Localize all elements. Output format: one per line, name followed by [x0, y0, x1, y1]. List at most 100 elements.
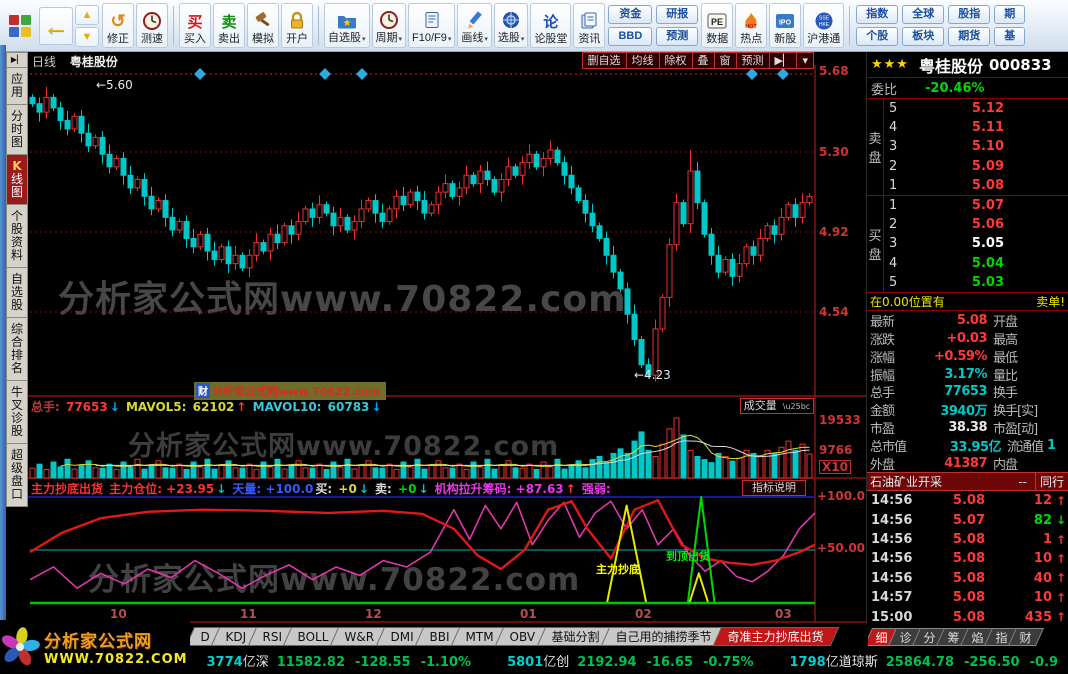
hk-connect-button[interactable]: SSE HKE 沪港通 — [803, 3, 845, 48]
site-logo: 分析家公式网 WWW.70822.COM — [0, 620, 190, 674]
lock-icon — [287, 9, 307, 33]
clock-icon — [379, 8, 399, 32]
weibi-row: 委比 -20.46% — [867, 78, 1068, 99]
book-row: 3 5.10 — [889, 139, 1004, 155]
signal-label: 到顶出货 — [666, 550, 710, 563]
sidebar-item-超级盘口[interactable]: 超级盘口 — [6, 444, 28, 507]
toolbar-stack: 股指 期货 — [948, 3, 991, 48]
buy-button[interactable]: 买买入 — [179, 3, 211, 48]
chart-header-button-2[interactable]: 除权 — [660, 53, 693, 68]
svg-text:★: ★ — [342, 18, 351, 29]
sidebar-item-应用[interactable]: 应用 — [6, 68, 28, 105]
revise-button[interactable]: ↺ 修正 — [102, 3, 134, 48]
scroll-down-button[interactable]: ▼ — [75, 26, 99, 47]
sidebar-item-牛叉诊股[interactable]: 牛叉诊股 — [6, 381, 28, 444]
papers-icon — [579, 9, 599, 33]
app-menu-button[interactable] — [9, 14, 31, 37]
target-icon — [501, 8, 521, 32]
sidebar-item-K线图[interactable]: K线图 — [6, 155, 28, 205]
quote-panel: ★★★ 粤桂股份 000833 委比 -20.46% 卖盘 5 5.12 4 5.11 3… — [866, 52, 1068, 624]
news-button[interactable]: 资讯 — [573, 3, 606, 48]
speed-test-button[interactable]: 测速 — [136, 3, 168, 48]
sidebar-item-个股资料[interactable]: 个股资料 — [6, 205, 28, 268]
quote-title: ★★★ 粤桂股份 000833 — [867, 52, 1068, 78]
period-button[interactable]: 周期▾ — [371, 3, 407, 48]
forecast-button[interactable]: 预测 — [656, 27, 699, 46]
funds-button[interactable]: 资金 — [608, 5, 653, 24]
indicator-tab-自己用的捕捞季节[interactable]: 自己用的捕捞季节 — [600, 627, 727, 646]
tick-row: 14:56 5.07 82 ↓ — [871, 512, 1067, 528]
svg-text:HOT: HOT — [745, 24, 757, 30]
chart-header-button-4[interactable]: 窗 — [715, 53, 737, 68]
month-label: 12 — [365, 607, 382, 621]
sidebar-item-综合排名[interactable]: 综合排名 — [6, 318, 28, 381]
logo-url: WWW.70822.COM — [44, 652, 188, 667]
index-futures-button[interactable]: 股指 — [948, 5, 991, 24]
chart-header-button-0[interactable]: 删自选 — [583, 53, 627, 68]
options-button[interactable]: 期 — [994, 5, 1026, 24]
chart-stock-name: 粤桂股份 — [69, 55, 118, 69]
forum-button[interactable]: 论论股堂 — [530, 3, 572, 48]
tick-row: 14:56 5.08 40 ↑ — [871, 570, 1067, 586]
chart-header-button-1[interactable]: 均线 — [627, 53, 660, 68]
funds2-button[interactable]: 基 — [994, 27, 1026, 46]
index-button[interactable]: 指数 — [856, 5, 899, 24]
panel-tabs: 细诊分筹焰指财 — [868, 624, 1068, 646]
sector-bar[interactable]: 石油矿业开采 -- 同行 — [867, 472, 1068, 492]
toolbar-stack: 期基 — [994, 3, 1026, 48]
index-quote: 1798亿道琼斯 25864.78 -256.50 -0.9 — [789, 654, 1058, 670]
data-button[interactable]: PE 数据 — [701, 3, 734, 48]
price-axis-label: 4.92 — [819, 225, 849, 239]
f10-button[interactable]: F10/F9▾ — [408, 3, 456, 48]
back-button[interactable]: ← — [39, 6, 73, 45]
chart-header-button-5[interactable]: 预测 — [737, 53, 770, 68]
futures-button[interactable]: 期货 — [948, 27, 991, 46]
collapse-button[interactable]: ▶▏ — [6, 52, 28, 68]
sector-name: 石油矿业开采 — [870, 475, 943, 490]
chart-header-button-7[interactable]: ▾ — [797, 53, 813, 68]
sector-button[interactable]: 板块 — [902, 27, 945, 46]
rating-stars: ★★★ — [871, 57, 909, 72]
chart-header-button-3[interactable]: 叠 — [693, 53, 715, 68]
sidebar-item-自选股[interactable]: 自选股 — [6, 268, 28, 318]
kline-chart[interactable] — [28, 52, 866, 624]
toolbar-stack: 全球 板块 — [902, 3, 945, 48]
buy-book: 买盘 1 5.07 2 5.06 3 5.05 4 5.04 5 5.03 — [867, 195, 1068, 293]
price-annotation: ←5.60 — [96, 78, 133, 92]
peer-button[interactable]: 同行 — [1034, 473, 1068, 491]
stat-row: 涨跌 +0.03 最高 — [870, 331, 1018, 349]
sell-button[interactable]: 卖卖出 — [213, 3, 245, 48]
indicator-help-button[interactable]: 指标说明 — [742, 480, 806, 496]
volume-type-dropdown[interactable]: 成交量 \u25bc — [740, 398, 814, 414]
chart-period: 日线 — [32, 55, 57, 69]
research-button[interactable]: 研报 — [656, 5, 699, 24]
indicator-tab-selected[interactable]: 奇准主力抄底出货 — [712, 627, 839, 646]
position-notice: 在0.00位置有 卖单! — [867, 293, 1068, 311]
signal-label: 主力抄底 — [596, 563, 640, 576]
price-annotation: ←4.23 — [634, 368, 671, 382]
stock-picker-button[interactable]: 选股▾ — [493, 3, 529, 48]
bbd-button[interactable]: BBD — [608, 27, 653, 46]
month-label: 01 — [520, 607, 537, 621]
tick-row: 14:56 5.08 1 ↑ — [871, 532, 1067, 548]
chevron-down-icon: ▾ — [398, 36, 403, 43]
hotspot-button[interactable]: HOT 热点 — [735, 3, 768, 48]
sidebar-item-分时图[interactable]: 分时图 — [6, 105, 28, 155]
weibi-value: -20.46% — [925, 80, 985, 96]
book-row: 2 5.09 — [889, 158, 1004, 174]
quote-stats: 最新 5.08 开盘 涨跌 +0.03 最高 涨幅 +0.59% 最低 振幅 3.17% 量比 总手 77… — [867, 311, 1068, 472]
clock-icon — [142, 9, 162, 33]
ipo-button[interactable]: IPO 新股 — [769, 3, 802, 48]
book-side-label: 买盘 — [867, 195, 884, 292]
scroll-up-button[interactable]: ▲ — [75, 4, 99, 25]
watchlist-button[interactable]: ★ 自选股▾ — [324, 3, 370, 48]
tick-row: 14:56 5.08 10 ↑ — [871, 551, 1067, 567]
open-account-button[interactable]: 开户 — [281, 3, 313, 48]
stock-button[interactable]: 个股 — [856, 27, 899, 46]
draw-line-button[interactable]: 画线▾ — [457, 3, 492, 48]
chart-header-button-6[interactable]: ▶▏ — [770, 53, 798, 68]
global-button[interactable]: 全球 — [902, 5, 945, 24]
chart-region[interactable]: 日线 粤桂股份 删自选 均线 除权叠窗预测 ▶▏ ▾ 分析家公式网www.70822.c… — [28, 52, 866, 624]
panel-tab-财[interactable]: 财 — [1008, 628, 1045, 646]
simulate-button[interactable]: 模拟 — [247, 3, 279, 48]
